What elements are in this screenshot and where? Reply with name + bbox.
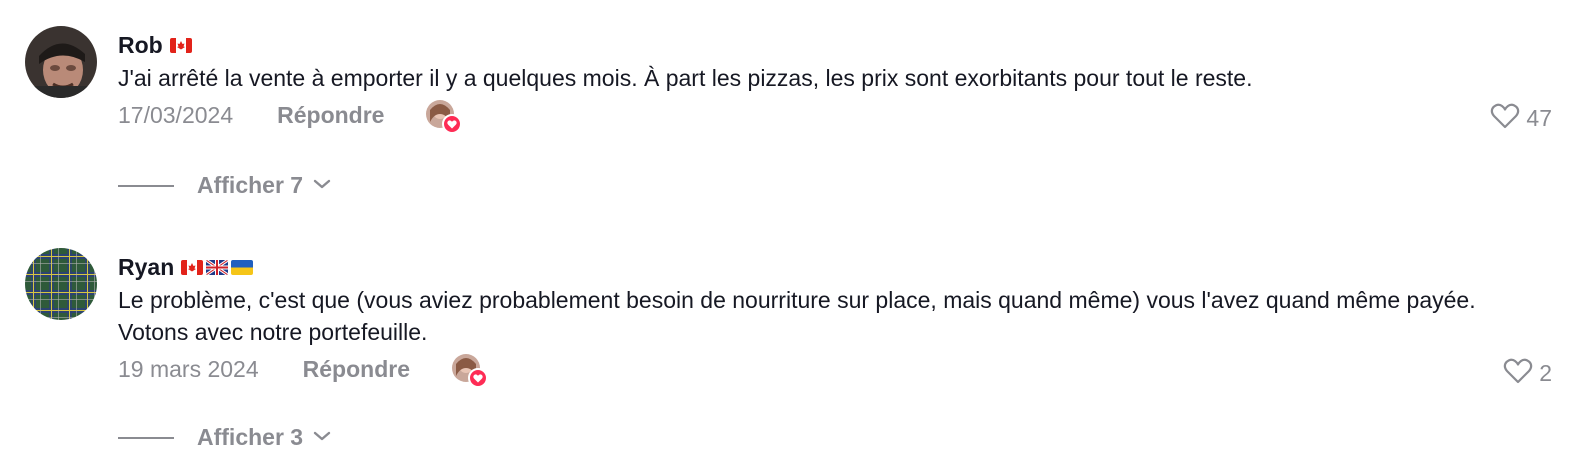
avatar-ryan[interactable]	[25, 248, 97, 320]
creator-heart-badge-icon	[442, 114, 463, 134]
reply-button[interactable]: Répondre	[277, 102, 384, 129]
heart-outline-icon	[1490, 102, 1520, 135]
united-kingdom-flag-icon	[206, 259, 229, 275]
canada-flag-icon	[181, 259, 204, 275]
chevron-down-icon	[313, 177, 331, 195]
chevron-down-icon	[313, 429, 331, 447]
like-count: 2	[1539, 360, 1552, 386]
divider-line	[118, 184, 174, 187]
divider-line	[118, 436, 174, 439]
avatar-rob[interactable]	[25, 26, 97, 98]
view-replies-button[interactable]: Afficher 7	[118, 172, 331, 199]
reply-button[interactable]: Répondre	[303, 356, 410, 383]
comment-text: J'ai arrêté la vente à emporter il y a q…	[118, 65, 1253, 91]
author-name[interactable]: Rob	[118, 32, 163, 59]
comment-date: 17/03/2024	[118, 101, 234, 128]
creator-liked-badge	[426, 100, 463, 134]
ukraine-flag-icon	[231, 259, 254, 275]
like-count: 47	[1526, 105, 1552, 131]
view-replies-label: Afficher 7	[197, 172, 304, 198]
like-button[interactable]: 2	[1503, 357, 1552, 390]
comment-text: Le problème, c'est que (vous aviez proba…	[118, 287, 1476, 345]
heart-outline-icon	[1503, 357, 1533, 390]
creator-liked-badge	[451, 354, 488, 388]
comment-date: 19 mars 2024	[118, 355, 259, 382]
like-button[interactable]: 47	[1490, 102, 1552, 135]
author-name[interactable]: Ryan	[118, 254, 174, 281]
view-replies-button[interactable]: Afficher 3	[118, 424, 331, 451]
creator-heart-badge-icon	[467, 368, 488, 388]
canada-flag-icon	[169, 37, 192, 53]
view-replies-label: Afficher 3	[197, 424, 304, 450]
